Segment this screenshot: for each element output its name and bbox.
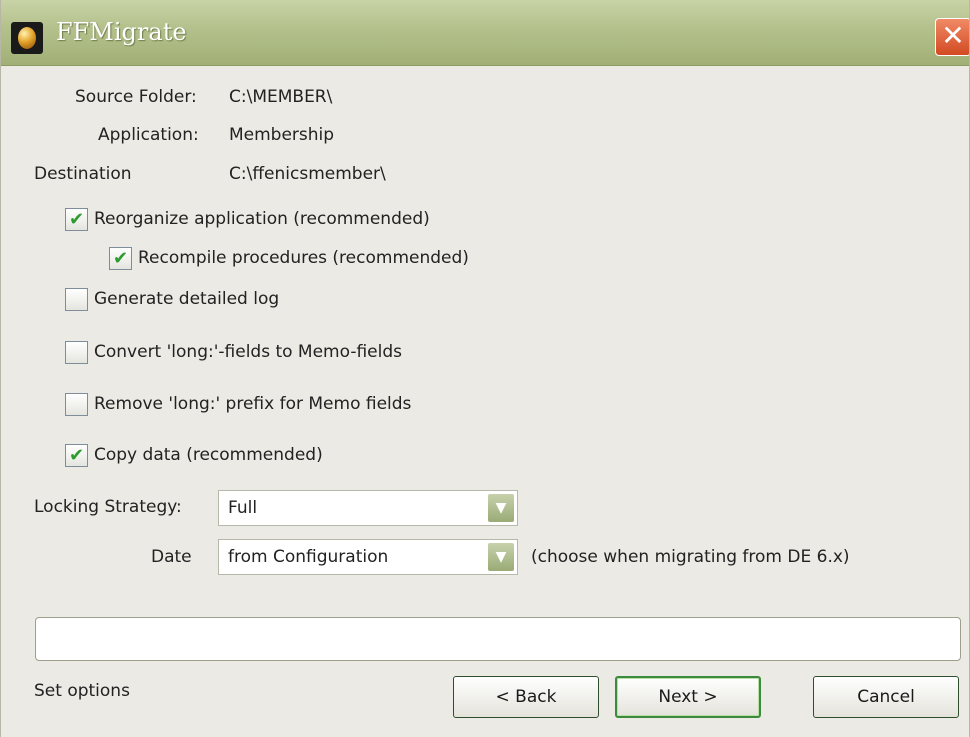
check-icon: ✔ <box>68 444 85 466</box>
cancel-button[interactable]: Cancel <box>813 676 959 718</box>
progress-bar <box>35 617 961 661</box>
next-button[interactable]: Next > <box>615 676 761 718</box>
check-icon: ✔ <box>112 247 129 269</box>
detailed-log-checkbox[interactable] <box>65 287 88 311</box>
date-value: from Configuration <box>228 547 389 567</box>
back-button[interactable]: < Back <box>453 676 599 718</box>
copy-data-checkbox[interactable]: ✔ <box>65 443 88 467</box>
recompile-option[interactable]: ✔ Recompile procedures (recommended) <box>109 245 469 271</box>
status-text: Set options <box>34 681 130 701</box>
ffmigrate-window: FFMigrate ✕ Source Folder: C:\MEMBER\ Ap… <box>0 0 970 737</box>
app-icon <box>11 22 43 54</box>
reorganize-option[interactable]: ✔ Reorganize application (recommended) <box>65 206 430 232</box>
application-label: Application: <box>98 125 199 145</box>
convert-long-label: Convert 'long:'-fields to Memo-fields <box>94 342 403 362</box>
detailed-log-label: Generate detailed log <box>94 289 280 309</box>
date-label: Date <box>151 547 192 567</box>
recompile-label: Recompile procedures (recommended) <box>138 248 469 268</box>
reorganize-checkbox[interactable]: ✔ <box>65 207 88 231</box>
recompile-checkbox[interactable]: ✔ <box>109 246 132 270</box>
destination-label: Destination <box>34 164 132 184</box>
chevron-down-icon[interactable]: ▼ <box>488 543 514 571</box>
remove-prefix-checkbox[interactable] <box>65 392 88 416</box>
locking-strategy-value: Full <box>228 498 258 518</box>
date-hint: (choose when migrating from DE 6.x) <box>531 547 850 567</box>
close-button[interactable]: ✕ <box>935 18 969 56</box>
copy-data-label: Copy data (recommended) <box>94 445 323 465</box>
remove-prefix-option[interactable]: Remove 'long:' prefix for Memo fields <box>65 391 411 417</box>
date-select[interactable]: from Configuration ▼ <box>218 539 518 575</box>
convert-long-checkbox[interactable] <box>65 340 88 364</box>
remove-prefix-label: Remove 'long:' prefix for Memo fields <box>94 394 412 414</box>
source-folder-value: C:\MEMBER\ <box>229 87 333 107</box>
detailed-log-option[interactable]: Generate detailed log <box>65 286 279 312</box>
source-folder-label: Source Folder: <box>75 87 197 107</box>
chevron-down-icon[interactable]: ▼ <box>488 494 514 522</box>
title-bar[interactable]: FFMigrate ✕ <box>1 0 969 66</box>
locking-strategy-select[interactable]: Full ▼ <box>218 490 518 526</box>
reorganize-label: Reorganize application (recommended) <box>94 209 430 229</box>
check-icon: ✔ <box>68 208 85 230</box>
application-value: Membership <box>229 125 335 145</box>
convert-long-option[interactable]: Convert 'long:'-fields to Memo-fields <box>65 339 402 365</box>
copy-data-option[interactable]: ✔ Copy data (recommended) <box>65 442 323 468</box>
window-title: FFMigrate <box>56 18 187 46</box>
locking-strategy-label: Locking Strategy: <box>34 497 182 517</box>
destination-value: C:\ffenicsmember\ <box>229 164 386 184</box>
close-icon: ✕ <box>941 19 965 52</box>
